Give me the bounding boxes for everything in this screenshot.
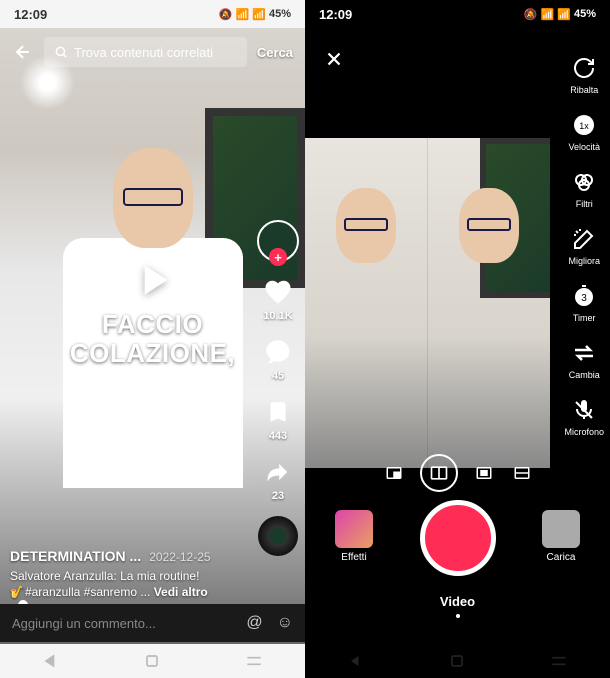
mic-button[interactable]: Microfono	[564, 396, 604, 437]
mention-icon[interactable]: @	[246, 614, 262, 632]
nav-back-icon[interactable]	[41, 651, 61, 671]
video-description[interactable]: Salvatore Aranzulla: La mia routine! 🎷#a…	[10, 568, 245, 600]
author-name[interactable]: DETERMINATION ...	[10, 548, 141, 564]
feed-screen: 12:09 🔕 📶 📶 45% Trova contenuti correlat…	[0, 0, 305, 678]
comment-button[interactable]: 45	[262, 336, 294, 382]
filters-button[interactable]: Filtri	[570, 168, 598, 209]
search-pill[interactable]: Trova contenuti correlati	[44, 37, 247, 67]
status-bar: 12:09 🔕 📶 📶 45%	[0, 0, 305, 28]
flip-icon	[570, 54, 598, 82]
speed-button[interactable]: 1x Velocità	[568, 111, 600, 152]
bookmark-count: 443	[269, 430, 287, 442]
flip-button[interactable]: Ribalta	[570, 54, 598, 95]
switch-icon	[570, 339, 598, 367]
sound-disc[interactable]	[258, 516, 298, 556]
upload-thumbnail	[542, 510, 580, 548]
share-button[interactable]: 23	[262, 456, 294, 502]
back-button[interactable]	[8, 37, 38, 67]
comment-input[interactable]: Aggiungi un commento...	[12, 616, 236, 631]
video-meta: DETERMINATION ... 2022-12-25 Salvatore A…	[10, 548, 245, 600]
camera-tools: Ribalta 1x Velocità Filtri Migliora 3 Ti…	[564, 54, 604, 437]
status-time: 12:09	[14, 7, 47, 22]
layout-greenscreen[interactable]	[472, 461, 496, 485]
speed-icon: 1x	[570, 111, 598, 139]
enhance-icon	[570, 225, 598, 253]
bookmark-button[interactable]: 443	[262, 396, 294, 442]
post-date: 2022-12-25	[149, 550, 210, 564]
top-bar: Trova contenuti correlati Cerca	[0, 32, 305, 72]
nav-home-icon[interactable]	[142, 651, 162, 671]
layout-split-horizontal[interactable]	[510, 461, 534, 485]
record-button[interactable]	[420, 500, 496, 576]
close-button[interactable]	[319, 44, 349, 74]
viewfinder-right	[428, 138, 550, 468]
search-placeholder: Trova contenuti correlati	[74, 45, 213, 60]
comment-bar: Aggiungi un commento... @ ☺	[0, 604, 305, 642]
duet-viewfinder	[305, 138, 550, 468]
mode-label[interactable]: Video	[440, 594, 475, 609]
upload-button[interactable]: Carica	[542, 510, 580, 563]
layout-options	[382, 454, 534, 492]
status-icons: 🔕 📶 📶 45%	[219, 8, 291, 21]
timer-icon: 3	[570, 282, 598, 310]
mic-off-icon	[570, 396, 598, 424]
share-count: 23	[272, 490, 284, 502]
nav-recent-icon[interactable]	[244, 651, 264, 671]
status-time: 12:09	[319, 7, 352, 22]
svg-text:1x: 1x	[579, 121, 589, 131]
svg-text:3: 3	[581, 293, 587, 304]
status-icons: 🔕 📶 📶 45%	[524, 8, 596, 21]
mode-indicator	[456, 614, 460, 618]
nav-back-icon[interactable]	[346, 651, 366, 671]
filters-icon	[570, 168, 598, 196]
search-icon	[54, 45, 68, 59]
author-avatar[interactable]: +	[257, 220, 299, 262]
android-nav	[0, 644, 305, 678]
layout-pip[interactable]	[382, 461, 406, 485]
like-button[interactable]: 10.1K	[262, 276, 294, 322]
action-rail: + 10.1K 45 443 23	[257, 220, 299, 556]
layout-split-vertical[interactable]	[420, 454, 458, 492]
switch-button[interactable]: Cambia	[569, 339, 600, 380]
play-icon[interactable]	[128, 255, 178, 305]
android-nav	[305, 644, 610, 678]
like-count: 10.1K	[263, 310, 292, 322]
nav-home-icon[interactable]	[447, 651, 467, 671]
search-button[interactable]: Cerca	[253, 45, 297, 60]
see-more-button[interactable]: Vedi altro	[154, 585, 208, 599]
nav-recent-icon[interactable]	[549, 651, 569, 671]
enhance-button[interactable]: Migliora	[568, 225, 600, 266]
emoji-icon[interactable]: ☺	[277, 614, 293, 632]
effects-thumbnail	[335, 510, 373, 548]
follow-plus-icon[interactable]: +	[269, 248, 287, 266]
status-bar: 12:09 🔕 📶 📶 45%	[305, 0, 610, 28]
camera-screen: 12:09 🔕 📶 📶 45% Ribalta 1x Velocità	[305, 0, 610, 678]
effects-button[interactable]: Effetti	[335, 510, 373, 563]
timer-button[interactable]: 3 Timer	[570, 282, 598, 323]
viewfinder-left	[305, 138, 428, 468]
comment-count: 45	[272, 370, 284, 382]
